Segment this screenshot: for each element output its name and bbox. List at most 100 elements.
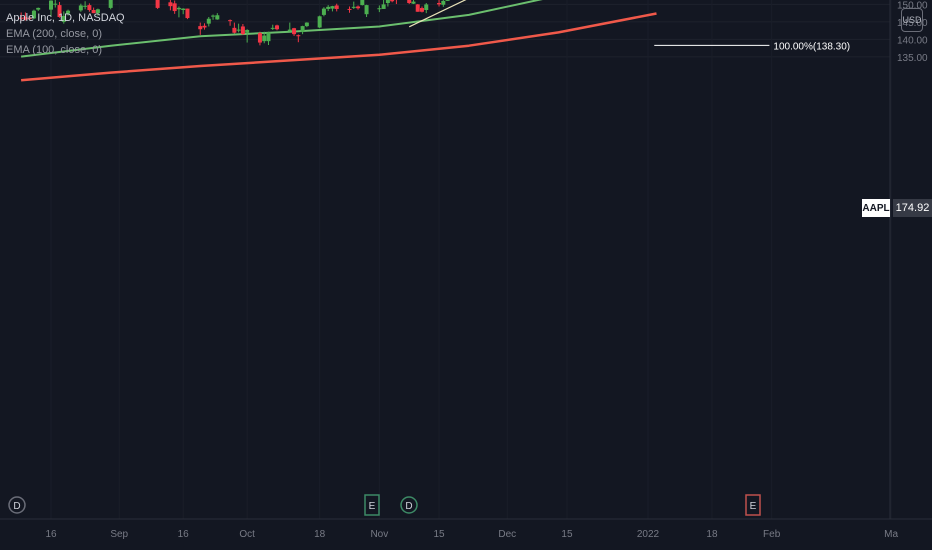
candle [181,8,186,15]
candle [232,22,237,34]
candle-body [83,5,88,7]
dividend-marker[interactable]: D [400,496,418,514]
candle-body [168,2,173,7]
candle-body [270,27,275,29]
candle [424,3,429,14]
x-tick-label: Sep [110,529,128,540]
candle [304,22,309,28]
x-tick-label: 18 [706,529,718,540]
candle-body [53,3,58,5]
candle-body [385,0,390,3]
candle [390,0,395,3]
candle-body [185,8,190,19]
event-markers: DEDE [8,494,761,516]
indicator-ema-200[interactable]: EMA (200, close, 0) [6,26,125,42]
candle [415,4,420,12]
candle [445,0,450,1]
indicator-ema-100[interactable]: EMA (100, close, 0) [6,42,125,58]
candle-body [304,22,309,27]
x-tick-label: 15 [561,529,573,540]
candle-body [300,26,305,33]
candle-body [181,8,186,10]
time-axis: 16 Sep 16 Oct 18 Nov 15 Dec 15 2022 18 Feb Ma [0,518,932,540]
candle [168,0,173,11]
candle [228,19,233,26]
candle [211,14,216,20]
price-chart[interactable]: Resistance 0.00%(182.94)38.20%(165.88)50… [0,0,932,550]
candle-body [262,35,267,42]
candle-body [407,0,412,3]
candle [351,1,356,9]
marker-label: E [750,501,757,512]
candle-body [445,0,450,1]
candle [270,24,275,30]
candle-body [411,1,416,4]
candle-body [381,4,386,9]
candle [108,0,113,10]
candle-body [198,26,203,30]
candle-body [236,29,241,31]
x-tick-label: Ma [884,529,898,540]
candle-body [257,33,262,43]
x-tick-label: 2022 [637,529,660,540]
x-tick-label: 16 [45,529,57,540]
earnings-marker[interactable]: E [364,494,380,516]
candle-body [240,26,245,35]
candle [292,27,297,36]
candle-body [275,25,280,30]
candle [441,0,446,7]
candle [419,6,424,13]
candle [198,22,203,35]
candle-body [377,8,382,10]
x-tick-label: 15 [433,529,445,540]
candle-body [321,8,326,15]
earnings-marker[interactable]: E [745,494,761,516]
candle [407,0,412,5]
candle [275,24,280,31]
candle-body [364,5,369,15]
candle-body [266,32,271,42]
candle-body [49,0,53,10]
last-price-label: 174.92 [893,199,932,217]
candle-body [334,5,339,9]
candle [202,23,207,30]
candle-body [296,35,301,37]
symbol-title[interactable]: Apple Inc, 1D, NASDAQ [6,10,125,26]
candle [356,5,361,10]
candle [385,0,390,7]
candle [300,25,305,35]
candle [287,22,292,32]
candle-body [108,0,113,8]
candle-body [390,0,395,2]
candle [53,0,58,8]
candle [172,0,177,14]
candle-body [437,3,442,5]
candle-body [202,25,207,28]
fib-retracement: 0.00%(182.94)38.20%(165.88)50.00%(160.62… [654,41,850,52]
currency-badge[interactable]: USD [901,8,923,32]
candle-body [424,4,429,10]
candle-body [232,27,237,33]
candle [176,6,181,18]
candle-body [356,6,361,9]
candle-body [317,16,322,28]
candle-body [441,0,446,5]
candle [155,0,160,9]
candle-body [360,0,365,6]
candle [215,13,220,20]
gridlines [0,0,892,519]
candle-body [326,6,331,9]
candle [377,5,382,13]
candle [364,4,369,17]
marker-label: D [405,501,412,512]
candle-body [419,8,424,12]
candle-body [215,15,220,20]
candle [245,29,250,43]
dividend-marker[interactable]: D [8,496,26,514]
candle [330,5,335,12]
chart-area[interactable]: Resistance 0.00%(182.94)38.20%(165.88)50… [0,0,932,550]
candle [326,5,331,12]
candle-body [176,7,181,10]
candle-body [155,0,160,8]
x-tick-label: Dec [498,529,516,540]
